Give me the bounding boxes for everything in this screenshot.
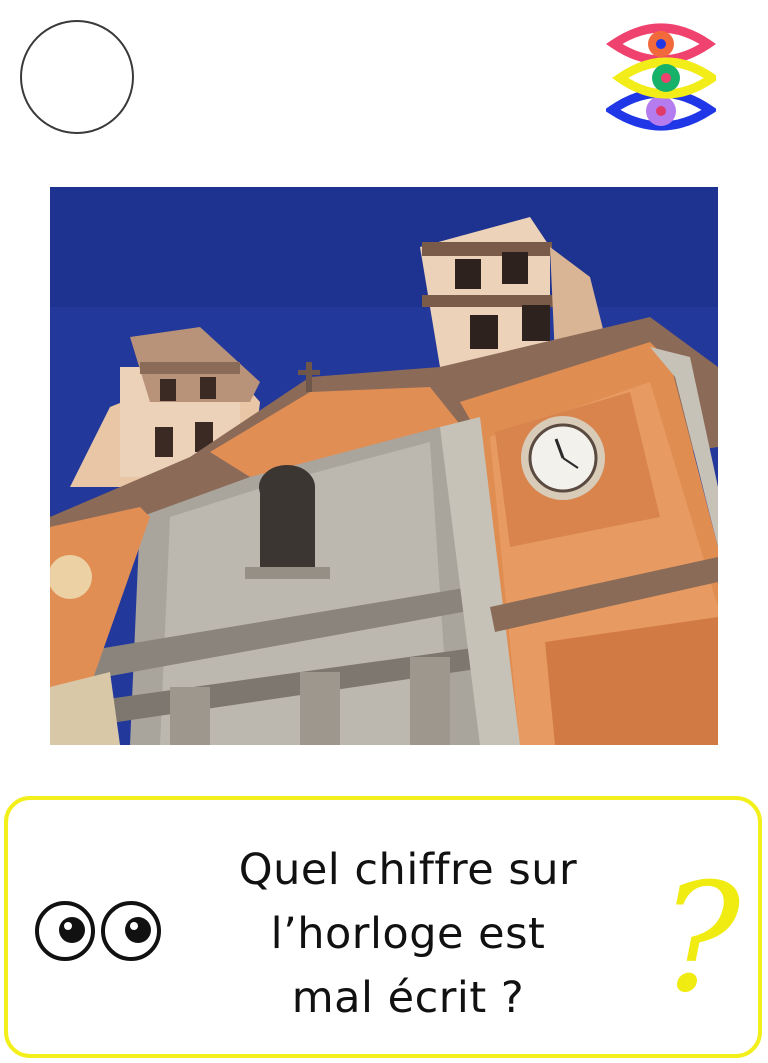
googly-eyes-icon (35, 901, 161, 961)
church-photo (50, 187, 718, 745)
question-card: Quel chiffre sur l’horloge est mal écrit… (4, 796, 762, 1058)
question-mark-icon: ? (660, 852, 741, 1026)
placeholder-circle (20, 20, 134, 134)
question-text: Quel chiffre sur l’horloge est mal écrit… (238, 845, 578, 1023)
stacked-eyes-logo-icon (606, 23, 716, 131)
